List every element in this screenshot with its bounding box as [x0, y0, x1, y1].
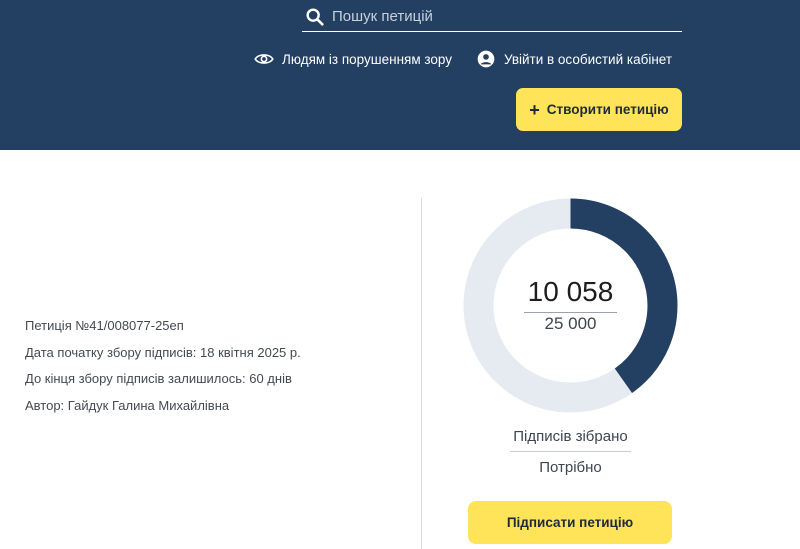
search-bar [302, 6, 682, 32]
login-link-label: Увійти в особистий кабінет [504, 51, 673, 67]
signatures-required-count: 25 000 [544, 314, 597, 333]
label-divider [510, 451, 631, 452]
signatures-collected-count: 10 058 [527, 276, 614, 307]
petition-remaining: До кінця збору підписів залишилось: 60 д… [25, 371, 292, 386]
count-divider [524, 312, 617, 313]
user-icon [477, 50, 495, 68]
accessibility-link-label: Людям із порушенням зору [282, 51, 453, 67]
petition-start-date: Дата початку збору підписів: 18 квітня 2… [25, 344, 301, 360]
search-input[interactable] [332, 8, 672, 25]
required-label: Потрібно [539, 459, 602, 476]
site-header: Людям із порушенням зору Увійти в особис… [0, 0, 800, 150]
eye-icon [254, 54, 274, 64]
create-petition-button[interactable]: + Створити петицію [516, 88, 682, 131]
collected-label: Підписів зібрано [513, 428, 628, 445]
search-icon[interactable] [304, 6, 326, 28]
accessibility-link[interactable]: Людям із порушенням зору [254, 49, 452, 69]
petition-author: Автор: Гайдук Галина Михайлівна [25, 397, 230, 413]
petition-info: Петиція №41/008077-25еп Дата початку збо… [25, 313, 301, 419]
login-link[interactable]: Увійти в особистий кабінет [476, 49, 672, 69]
plus-icon: + [529, 99, 540, 120]
petition-number: Петиція №41/008077-25еп [25, 318, 184, 333]
sign-petition-button[interactable]: Підписати петицію [468, 501, 672, 544]
vertical-divider [421, 198, 422, 549]
create-petition-label: Створити петицію [546, 102, 669, 117]
